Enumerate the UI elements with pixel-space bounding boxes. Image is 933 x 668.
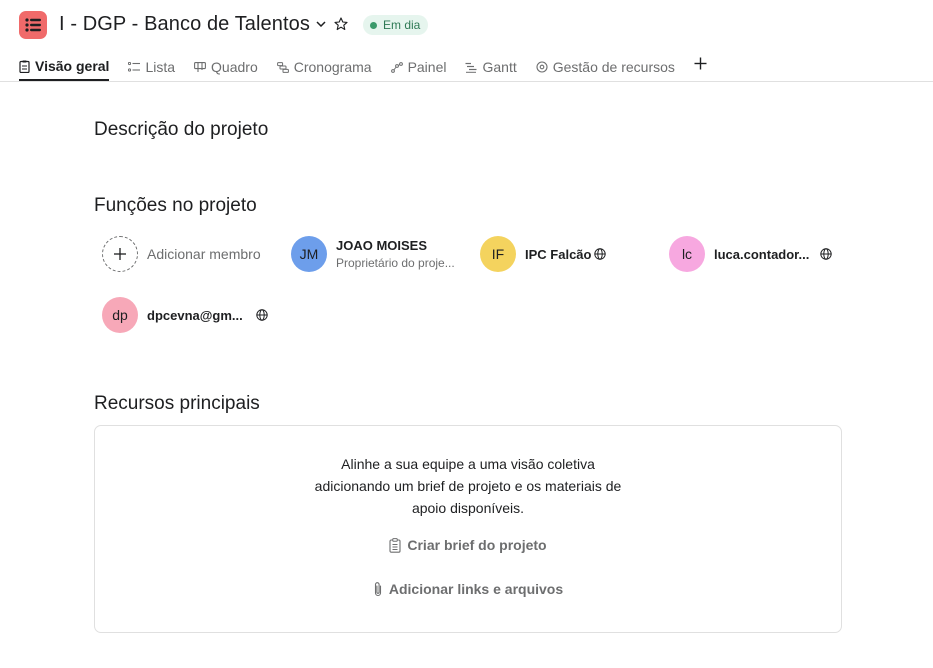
add-links-button[interactable]: Adicionar links e arquivos bbox=[95, 581, 841, 597]
tab-label: Visão geral bbox=[35, 58, 110, 74]
member-item[interactable]: JM JOAO MOISES Proprietário do proje... bbox=[291, 235, 455, 273]
list-icon bbox=[128, 62, 141, 72]
chevron-down-icon[interactable] bbox=[313, 16, 329, 32]
project-list-icon[interactable] bbox=[19, 11, 47, 39]
globe-icon bbox=[594, 248, 607, 260]
brief-icon bbox=[389, 537, 401, 553]
project-title[interactable]: I - DGP - Banco de Talentos bbox=[59, 13, 310, 36]
resources-title: Recursos principais bbox=[94, 393, 260, 414]
member-name: IPC Falcão bbox=[525, 246, 592, 262]
member-name: dpcevna@gm... bbox=[147, 307, 243, 323]
tab-resource-management[interactable]: Gestão de recursos bbox=[536, 50, 675, 81]
tab-list[interactable]: Lista bbox=[128, 50, 175, 81]
tab-label: Gestão de recursos bbox=[552, 59, 675, 75]
project-header: I - DGP - Banco de Talentos Em dia Visão… bbox=[0, 0, 933, 82]
avatar: JM bbox=[291, 236, 327, 272]
resource-icon bbox=[536, 61, 548, 73]
tab-gantt[interactable]: Gantt bbox=[465, 50, 517, 81]
timeline-icon bbox=[276, 61, 289, 73]
resources-card: Alinhe a sua equipe a uma visão coletiva… bbox=[94, 425, 842, 633]
tab-label: Gantt bbox=[482, 59, 517, 75]
member-item[interactable]: lc luca.contador... bbox=[669, 235, 833, 273]
status-badge[interactable]: Em dia bbox=[363, 15, 429, 35]
create-brief-button[interactable]: Criar brief do projeto bbox=[95, 537, 841, 553]
resources-line: Alinhe a sua equipe a uma visão coletiva bbox=[341, 456, 595, 472]
gantt-icon bbox=[465, 62, 477, 73]
avatar: dp bbox=[102, 297, 138, 333]
dashboard-icon bbox=[390, 61, 403, 73]
member-name: luca.contador... bbox=[714, 246, 810, 262]
plus-icon bbox=[114, 248, 126, 260]
tab-bar: Visão geral Lista Quadro Cronograma Pain… bbox=[19, 50, 707, 82]
tab-label: Cronograma bbox=[293, 59, 372, 75]
member-role: Proprietário do proje... bbox=[336, 256, 455, 270]
add-member-button[interactable]: Adicionar membro bbox=[102, 235, 261, 273]
tab-label: Lista bbox=[145, 59, 176, 75]
add-tab-button[interactable] bbox=[694, 51, 707, 75]
members-list: Adicionar membro JM JOAO MOISES Propriet… bbox=[102, 235, 862, 335]
create-brief-label: Criar brief do projeto bbox=[407, 537, 547, 553]
tab-overview[interactable]: Visão geral bbox=[19, 50, 110, 81]
tab-dashboard[interactable]: Painel bbox=[390, 50, 447, 81]
member-item[interactable]: dp dpcevna@gm... bbox=[102, 296, 268, 334]
description-title: Descrição do projeto bbox=[94, 119, 269, 140]
resources-line: adicionando um brief de projeto e os mat… bbox=[314, 478, 622, 494]
avatar: lc bbox=[669, 236, 705, 272]
globe-icon bbox=[256, 309, 268, 321]
resources-description: Alinhe a sua equipe a uma visão coletiva… bbox=[95, 453, 841, 519]
star-icon[interactable] bbox=[333, 16, 349, 32]
plus-icon bbox=[694, 57, 707, 69]
roles-title: Funções no projeto bbox=[94, 195, 257, 216]
board-icon bbox=[194, 61, 206, 72]
add-avatar bbox=[102, 236, 138, 272]
tab-timeline[interactable]: Cronograma bbox=[276, 50, 372, 81]
resources-line: apoio disponíveis. bbox=[411, 500, 525, 516]
add-member-label: Adicionar membro bbox=[147, 246, 261, 262]
avatar: IF bbox=[480, 236, 516, 272]
status-label: Em dia bbox=[383, 18, 421, 32]
status-dot-icon bbox=[370, 21, 377, 29]
paperclip-icon bbox=[374, 582, 381, 597]
tab-board[interactable]: Quadro bbox=[194, 50, 258, 81]
overview-icon bbox=[19, 60, 30, 73]
globe-icon bbox=[820, 248, 833, 260]
member-item[interactable]: IF IPC Falcão bbox=[480, 235, 607, 273]
add-links-label: Adicionar links e arquivos bbox=[388, 581, 564, 597]
member-name: JOAO MOISES bbox=[336, 238, 428, 253]
tab-label: Painel bbox=[407, 59, 447, 75]
tab-label: Quadro bbox=[211, 59, 258, 75]
